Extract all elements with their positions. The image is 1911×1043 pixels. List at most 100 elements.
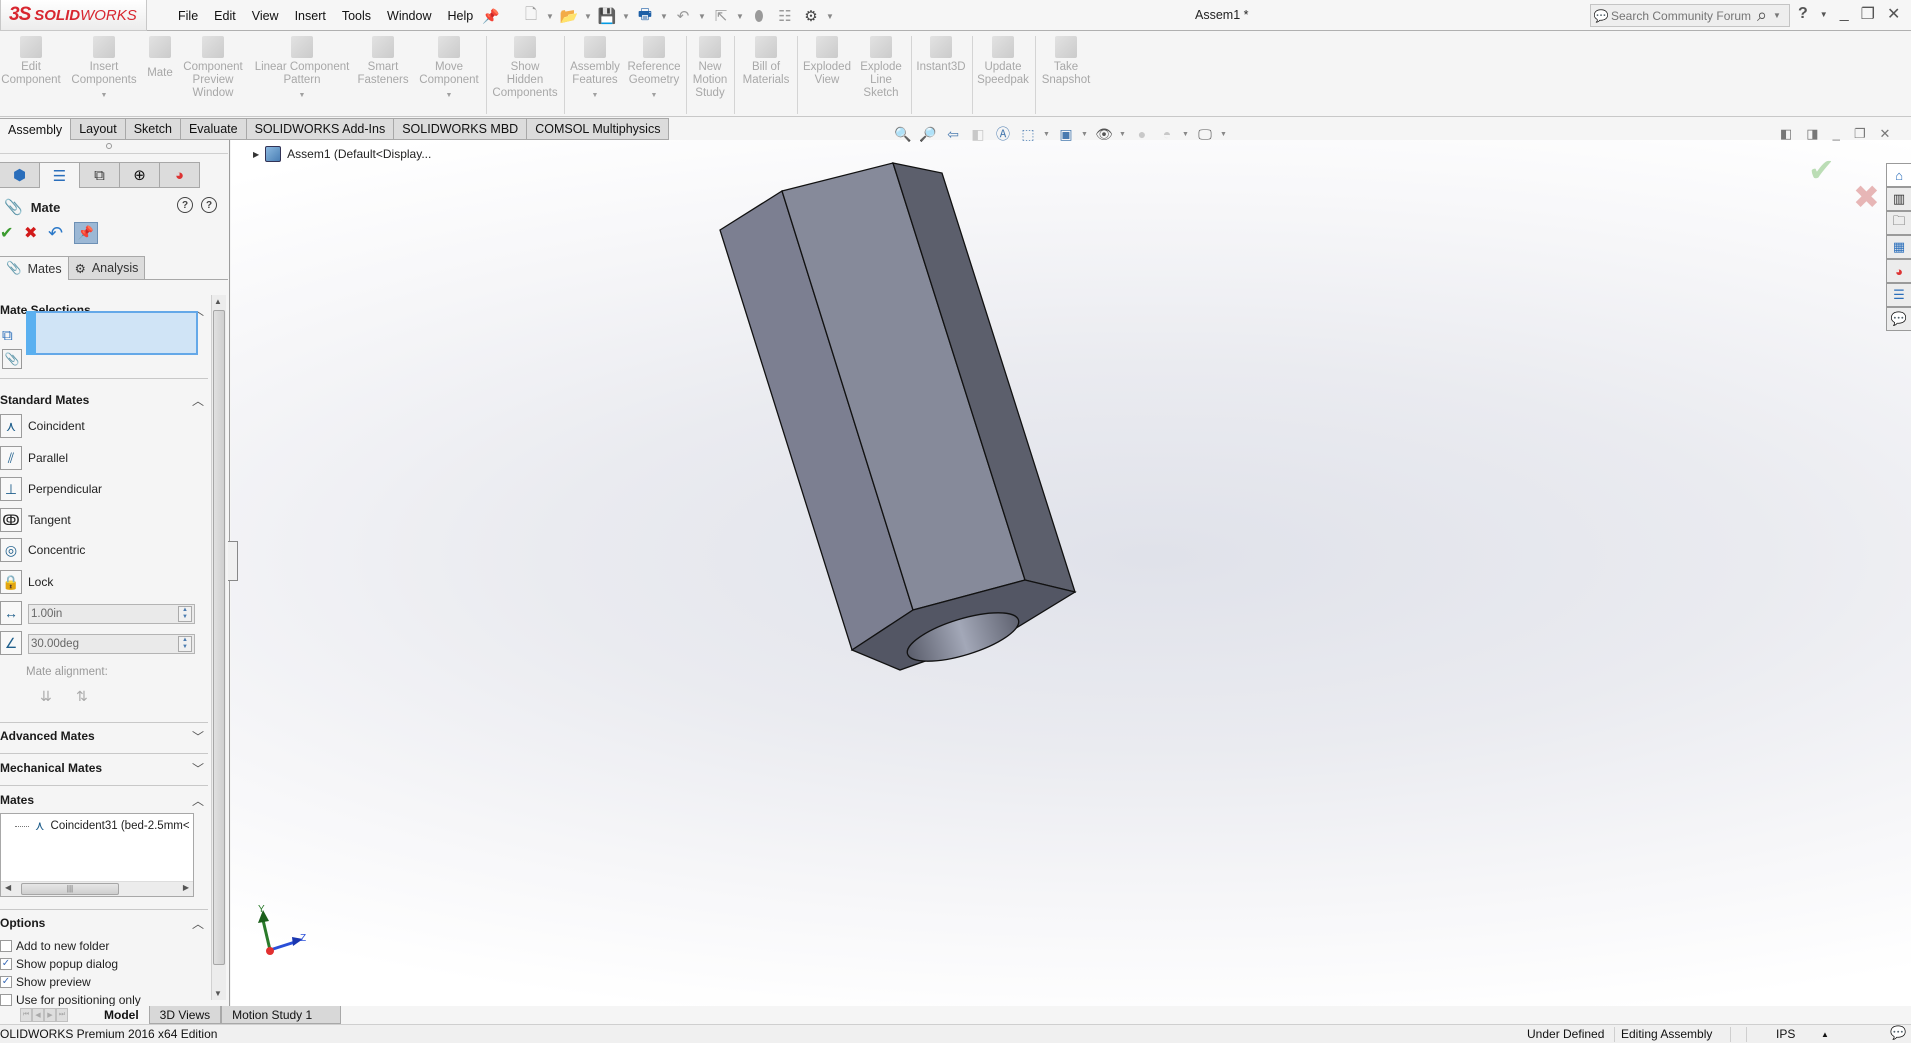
exploded-view-button[interactable]: Exploded View: [800, 36, 854, 87]
dropdown-arrow[interactable]: ▼: [446, 89, 453, 102]
hex-standoff-model[interactable]: [719, 162, 1077, 671]
options-gear-icon[interactable]: ⚙: [800, 6, 822, 26]
solidworks-logo[interactable]: 3S SOLID WORKS: [0, 0, 147, 31]
dropdown-arrow[interactable]: ▼: [1182, 131, 1190, 138]
displaymanager-tab-icon[interactable]: ◕: [160, 162, 200, 188]
tab-analysis[interactable]: ⚙ Analysis: [68, 256, 146, 280]
search-input[interactable]: [1611, 8, 1751, 23]
horizontal-scrollbar[interactable]: ◀ ||| ▶: [1, 881, 193, 896]
mate-distance[interactable]: ↔: [0, 599, 22, 627]
search-icon[interactable]: ⌕: [1751, 5, 1773, 26]
rebuild-icon[interactable]: ⬮: [748, 6, 770, 26]
edit-appearance-icon[interactable]: ●: [1132, 124, 1152, 144]
configurationmanager-tab-icon[interactable]: ⧉: [80, 162, 120, 188]
search-dropdown-arrow[interactable]: ▼: [1773, 11, 1781, 20]
tab-solidworks-mbd[interactable]: SOLIDWORKS MBD: [394, 118, 528, 140]
aligned-icon[interactable]: ⇊: [40, 688, 52, 705]
mates-header[interactable]: Mates ︿: [0, 788, 208, 812]
distance-spinner[interactable]: ▲ ▼: [178, 606, 192, 622]
confirmation-cancel-icon[interactable]: ✖: [1853, 178, 1880, 216]
checkbox-unchecked[interactable]: [0, 940, 12, 952]
tab-assembly[interactable]: Assembly: [0, 118, 72, 140]
collapse-chevron-icon[interactable]: ︿: [192, 792, 204, 809]
tab-layout[interactable]: Layout: [71, 118, 126, 140]
tile-left-icon[interactable]: ◧: [1780, 126, 1792, 142]
move-component-button[interactable]: Move Component ▼: [414, 36, 484, 102]
mate-parallel[interactable]: ⫽ Parallel: [0, 444, 68, 472]
standard-mates-header[interactable]: Standard Mates ︿: [0, 388, 208, 412]
expand-chevron-icon[interactable]: ﹀: [192, 728, 204, 745]
tab-mates[interactable]: 📎 Mates: [0, 256, 69, 280]
save-dropdown-arrow[interactable]: ▼: [622, 12, 630, 21]
graphics-area[interactable]: Y Z: [231, 140, 1911, 1008]
panel-splitter[interactable]: [0, 140, 228, 154]
edit-component-button[interactable]: Edit Component: [1, 36, 61, 87]
menu-help[interactable]: Help: [440, 9, 482, 23]
help-dropdown-arrow[interactable]: ▼: [1820, 10, 1828, 19]
smart-fasteners-button[interactable]: Smart Fasteners: [357, 36, 409, 87]
design-library-icon[interactable]: ▥: [1886, 187, 1911, 211]
feature-tree-root[interactable]: ▶ Assem1 (Default<Display...: [253, 146, 431, 162]
splitter-grip[interactable]: [106, 143, 112, 149]
zoom-to-area-icon[interactable]: 🔎: [918, 124, 938, 144]
dropdown-arrow[interactable]: ▼: [651, 89, 658, 102]
hide-show-items-icon[interactable]: 👁: [1094, 124, 1114, 144]
cancel-x-icon[interactable]: ✖: [24, 223, 40, 243]
mate-tangent[interactable]: ↂ Tangent: [0, 506, 71, 534]
scrollbar-thumb[interactable]: [213, 310, 225, 965]
linear-component-pattern-button[interactable]: Linear Component Pattern ▼: [252, 36, 352, 102]
minimize-button[interactable]: _: [1840, 5, 1849, 23]
viewport-minimize-icon[interactable]: _: [1833, 126, 1840, 142]
component-preview-window-button[interactable]: Component Preview Window: [180, 36, 246, 100]
list-item[interactable]: ⋏ Coincident31 (bed-2.5mm<: [15, 818, 190, 834]
ok-checkmark-icon[interactable]: ✔: [0, 223, 16, 243]
next-tab-icon[interactable]: ▶: [44, 1008, 56, 1022]
options-header[interactable]: Options ︿: [0, 911, 208, 935]
view-orientation-icon[interactable]: ⬚: [1018, 124, 1038, 144]
option-show-popup-dialog[interactable]: ✓ Show popup dialog: [0, 955, 118, 973]
bill-of-materials-button[interactable]: Bill of Materials: [738, 36, 794, 87]
scrollbar-thumb[interactable]: |||: [21, 883, 119, 895]
menu-edit[interactable]: Edit: [206, 9, 244, 23]
custom-properties-icon[interactable]: ☰: [1886, 283, 1911, 307]
save-icon[interactable]: 💾: [596, 6, 618, 26]
assembly-features-button[interactable]: Assembly Features ▼: [568, 36, 622, 102]
menu-file[interactable]: File: [170, 9, 206, 23]
display-style-icon[interactable]: ▣: [1056, 124, 1076, 144]
mate-lock[interactable]: 🔒 Lock: [0, 568, 53, 596]
view-palette-icon[interactable]: ▦: [1886, 235, 1911, 259]
print-dropdown-arrow[interactable]: ▼: [660, 12, 668, 21]
new-document-icon[interactable]: 🗋: [520, 6, 542, 26]
show-hidden-components-button[interactable]: Show Hidden Components: [490, 36, 560, 100]
mechanical-mates-header[interactable]: Mechanical Mates ﹀: [0, 756, 208, 780]
tab-motion-study-1[interactable]: Motion Study 1: [221, 1006, 342, 1024]
mates-list[interactable]: ⋏ Coincident31 (bed-2.5mm< ◀ ||| ▶: [0, 813, 194, 897]
dropdown-arrow[interactable]: ▼: [1043, 131, 1051, 138]
open-icon[interactable]: 📂: [558, 6, 580, 26]
new-motion-study-button[interactable]: New Motion Study: [690, 36, 730, 100]
scroll-left-arrow[interactable]: ◀: [5, 883, 11, 892]
forum-icon[interactable]: 💬: [1886, 307, 1911, 331]
appearances-scenes-icon[interactable]: ◕: [1886, 259, 1911, 283]
print-icon[interactable]: 🖶: [634, 6, 656, 26]
tab-model[interactable]: Model: [94, 1006, 149, 1024]
unit-system[interactable]: IPS: [1776, 1027, 1795, 1041]
checkbox-checked[interactable]: ✓: [0, 976, 12, 988]
view-settings-monitor-icon[interactable]: 🖵: [1195, 124, 1215, 144]
close-button[interactable]: ✕: [1887, 4, 1900, 24]
menu-insert[interactable]: Insert: [287, 9, 334, 23]
file-explorer-folder-icon[interactable]: 🗀: [1886, 211, 1911, 235]
previous-view-icon[interactable]: ⇦: [943, 124, 963, 144]
model-viewport[interactable]: Y Z: [231, 140, 1911, 1008]
reference-geometry-button[interactable]: Reference Geometry ▼: [626, 36, 682, 102]
pin-menu-icon[interactable]: 📌: [482, 8, 499, 25]
tab-comsol-multiphysics[interactable]: COMSOL Multiphysics: [527, 118, 670, 140]
keep-visible-pushpin-icon[interactable]: 📌: [74, 222, 98, 244]
mate-angle[interactable]: ∠: [0, 629, 22, 657]
units-menu-arrow[interactable]: ▲: [1821, 1030, 1829, 1039]
tab-solidworks-add-ins[interactable]: SOLIDWORKS Add-Ins: [246, 118, 395, 140]
tab-sketch[interactable]: Sketch: [125, 118, 181, 140]
entities-to-mate-selection-box[interactable]: [26, 311, 198, 355]
previous-tab-icon[interactable]: ◀: [32, 1008, 44, 1022]
select-dropdown-arrow[interactable]: ▼: [736, 12, 744, 21]
